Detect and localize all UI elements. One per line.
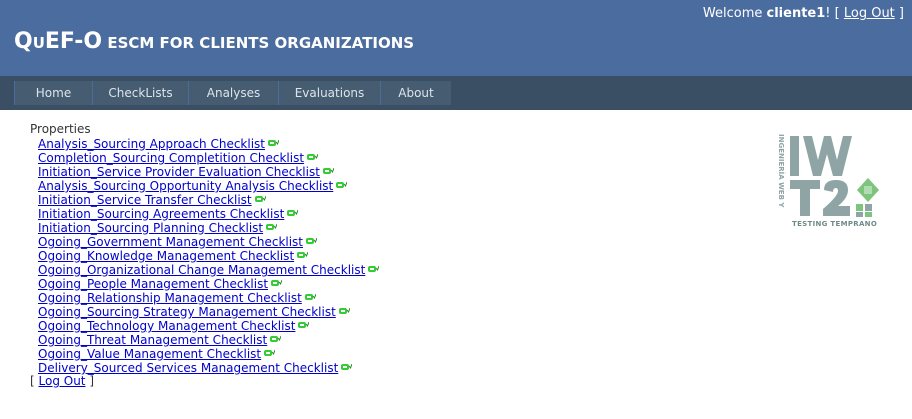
eye-view-icon[interactable] — [268, 139, 280, 147]
nav-item-evaluations[interactable]: Evaluations — [278, 81, 380, 105]
checklist-link[interactable]: Initiation_Sourcing Agreements Checklist — [38, 207, 284, 221]
eye-view-icon[interactable] — [270, 335, 282, 343]
checklist-link[interactable]: Ogoing_Sourcing Strategy Management Chec… — [38, 305, 336, 319]
eye-view-icon[interactable] — [322, 167, 334, 175]
nav-item-checklists[interactable]: CheckLists — [92, 81, 188, 105]
checklist-row: Initiation_Sourcing Planning Checklist — [38, 220, 912, 235]
checklist-row: Ogoing_Sourcing Strategy Management Chec… — [38, 304, 912, 319]
eye-view-icon[interactable] — [298, 321, 310, 329]
eye-view-icon[interactable] — [254, 195, 266, 203]
checklist-row: Ogoing_Value Management Checklist — [38, 346, 912, 361]
checklist-row: Ogoing_Knowledge Management Checklist — [38, 248, 912, 263]
eye-view-icon[interactable] — [287, 209, 299, 217]
nav-bar: Home CheckLists Analyses Evaluations Abo… — [0, 76, 912, 110]
checklist-row: Ogoing_People Management Checklist — [38, 276, 912, 291]
bottom-logout: [ Log Out ] — [30, 374, 912, 388]
checklist-link[interactable]: Analysis_Sourcing Opportunity Analysis C… — [38, 179, 333, 193]
nav-item-home[interactable]: Home — [14, 81, 92, 105]
eye-view-icon[interactable] — [336, 181, 348, 189]
eye-view-icon[interactable] — [271, 279, 283, 287]
checklist-row: Ogoing_Organizational Change Management … — [38, 262, 912, 277]
checklist-link[interactable]: Ogoing_Organizational Change Management … — [38, 263, 365, 277]
header-logout-link[interactable]: Log Out — [844, 6, 895, 21]
username: cliente1 — [766, 6, 826, 21]
checklist-row: Ogoing_Technology Management Checklist — [38, 318, 912, 333]
bottom-bracket-open: [ — [30, 374, 39, 388]
eye-view-icon[interactable] — [266, 223, 278, 231]
checklist-link[interactable]: Ogoing_Threat Management Checklist — [38, 333, 267, 347]
checklist-link[interactable]: Ogoing_Government Management Checklist — [38, 235, 303, 249]
bottom-logout-link[interactable]: Log Out — [39, 374, 86, 388]
checklist-link[interactable]: Initiation_Service Transfer Checklist — [38, 193, 252, 207]
welcome-prefix: Welcome — [702, 6, 767, 21]
checklist-link[interactable]: Delivery_Sourced Services Management Che… — [38, 361, 338, 375]
app-title-part: ESCM FOR CLIENTS ORGANIZATIONS — [102, 34, 415, 52]
checklist-link[interactable]: Initiation_Sourcing Planning Checklist — [38, 221, 263, 235]
nav-item-about[interactable]: About — [380, 81, 451, 105]
app-title-part: U — [32, 34, 45, 52]
eye-view-icon[interactable] — [368, 265, 380, 273]
checklist-link[interactable]: Ogoing_Knowledge Management Checklist — [38, 249, 294, 263]
eye-view-icon[interactable] — [297, 251, 309, 259]
app-title-part: EF-O — [44, 29, 103, 54]
checklist-link[interactable]: Initiation_Service Provider Evaluation C… — [38, 165, 320, 179]
main-menu: Home CheckLists Analyses Evaluations Abo… — [14, 81, 451, 105]
app-title-part: Q — [14, 29, 33, 54]
iwt2-logo-mark: INGENIERÍA WEB Y — [777, 134, 879, 217]
eye-view-icon[interactable] — [338, 307, 350, 315]
eye-view-icon[interactable] — [264, 349, 276, 357]
checklist-link[interactable]: Completion_Sourcing Completition Checkli… — [38, 151, 304, 165]
app-title: QUEF-O ESCM FOR CLIENTS ORGANIZATIONS — [14, 29, 414, 54]
site-header: QUEF-O ESCM FOR CLIENTS ORGANIZATIONS We… — [0, 0, 912, 76]
checklist-link[interactable]: Analysis_Sourcing Approach Checklist — [38, 137, 265, 151]
eye-view-icon[interactable] — [304, 293, 316, 301]
welcome-suffix: ! [ — [825, 6, 844, 21]
eye-view-icon[interactable] — [307, 153, 319, 161]
checklist-row: Delivery_Sourced Services Management Che… — [38, 360, 912, 375]
nav-item-analyses[interactable]: Analyses — [188, 81, 278, 105]
checklist-row: Ogoing_Relationship Management Checklist — [38, 290, 912, 305]
checklist-link[interactable]: Ogoing_People Management Checklist — [38, 277, 268, 291]
iwt2-logo: INGENIERÍA WEB Y — [777, 134, 879, 217]
eye-view-icon[interactable] — [306, 237, 318, 245]
eye-view-icon[interactable] — [341, 363, 353, 371]
logo-vertical-text: INGENIERÍA WEB Y — [777, 134, 786, 208]
checklist-link[interactable]: Ogoing_Value Management Checklist — [38, 347, 261, 361]
welcome-message: Welcome cliente1! [ Log Out ] — [703, 6, 904, 21]
checklist-link[interactable]: Ogoing_Technology Management Checklist — [38, 319, 295, 333]
checklist-row: Ogoing_Threat Management Checklist — [38, 332, 912, 347]
bottom-bracket-close: ] — [85, 374, 95, 388]
logo-caption: TESTING TEMPRANO — [792, 220, 878, 228]
checklist-link[interactable]: Ogoing_Relationship Management Checklist — [38, 291, 302, 305]
checklist-row: Ogoing_Government Management Checklist — [38, 234, 912, 249]
welcome-bracket-close: ] — [894, 6, 904, 21]
